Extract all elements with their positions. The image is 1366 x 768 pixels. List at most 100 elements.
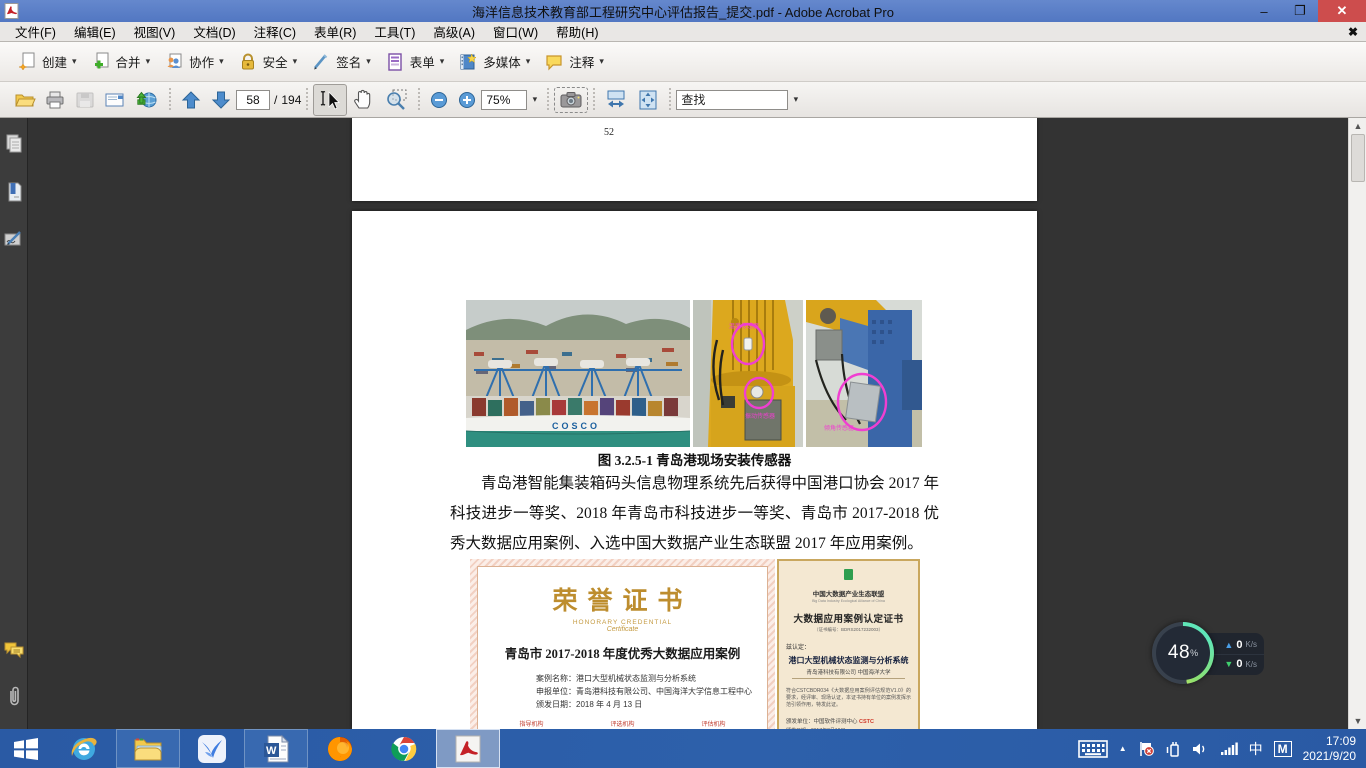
scroll-up-button[interactable]: ▲ (1349, 118, 1366, 134)
zoom-in-button[interactable] (453, 87, 481, 113)
find-input[interactable]: 查找 (676, 90, 788, 110)
navigation-rail (0, 118, 28, 729)
multimedia-button[interactable]: 多媒体▾ (451, 48, 537, 76)
cert-script: Certificate (478, 626, 767, 633)
upload-button[interactable] (132, 87, 164, 113)
taskbar-ie[interactable] (52, 729, 116, 768)
open-button[interactable] (10, 87, 40, 113)
vertical-scrollbar[interactable]: ▲ ▼ (1348, 118, 1366, 729)
select-cursor-icon (318, 88, 342, 112)
ime-m-badge[interactable]: M (1274, 741, 1292, 757)
cert-confer: 兹认定： (786, 642, 911, 651)
secure-button[interactable]: 安全▾ (231, 48, 305, 76)
acrobat-taskbar-icon (454, 735, 482, 763)
dropdown-caret-icon[interactable]: ▾ (599, 56, 604, 67)
forms-button[interactable]: 表单▾ (378, 48, 452, 76)
menu-comments[interactable]: 注释(C) (245, 20, 305, 43)
body-paragraph: 青岛港智能集装箱码头信息物理系统先后获得中国港口协会 2017 年科技进步一等奖… (450, 469, 939, 559)
tray-expand-icon[interactable]: ▲ (1119, 744, 1127, 753)
action-center-flag-icon[interactable] (1138, 741, 1154, 757)
dropdown-caret-icon[interactable]: ▾ (293, 56, 298, 67)
dropdown-caret-icon[interactable]: ▾ (219, 56, 224, 67)
create-button[interactable]: 创建▾ (10, 48, 84, 76)
next-page-button[interactable] (206, 86, 236, 114)
hand-tool-button[interactable] (347, 85, 379, 115)
taskbar-firefox[interactable] (308, 729, 372, 768)
power-plug-icon[interactable] (1165, 741, 1181, 757)
menu-tools[interactable]: 工具(T) (365, 20, 424, 43)
taskbar-chrome[interactable] (372, 729, 436, 768)
find-dropdown-button[interactable]: ▾ (788, 90, 803, 110)
touch-keyboard-icon[interactable] (1078, 740, 1108, 758)
save-floppy-icon (74, 90, 96, 110)
menu-file[interactable]: 文件(F) (6, 20, 65, 43)
printer-icon (44, 90, 66, 110)
menu-document[interactable]: 文档(D) (184, 20, 244, 43)
ime-mode-indicator[interactable]: 中 (1249, 739, 1263, 759)
sign-button[interactable]: 签名▾ (304, 48, 378, 76)
zoom-dropdown-button[interactable]: ▾ (527, 90, 542, 110)
document-canvas[interactable]: 52 (29, 118, 1348, 729)
minimize-button[interactable]: – (1246, 0, 1282, 22)
taskbar-clock[interactable]: 17:09 2021/9/20 (1303, 734, 1356, 764)
cert-issuer: 颁发单位：中国软件评测中心 CSTC (786, 717, 911, 725)
zoom-level-input[interactable]: 75% (481, 90, 527, 110)
pages-panel-icon[interactable] (5, 134, 23, 154)
page-number-input[interactable]: 58 (236, 90, 270, 110)
combine-button[interactable]: 合并▾ (84, 48, 158, 76)
ship-name-text: COSCO (552, 421, 600, 431)
taskbar-file-explorer[interactable] (116, 729, 180, 768)
taskbar-word[interactable]: W (244, 729, 308, 768)
fit-page-button[interactable] (632, 86, 664, 114)
clock-date: 2021/9/20 (1303, 749, 1356, 764)
taskbar-thunder[interactable] (180, 729, 244, 768)
scrollbar-thumb[interactable] (1351, 134, 1365, 182)
menu-help[interactable]: 帮助(H) (547, 20, 607, 43)
menu-view[interactable]: 视图(V) (125, 20, 185, 43)
marquee-zoom-button[interactable] (379, 85, 413, 115)
toolbar-grip (547, 88, 549, 112)
collaborate-button[interactable]: 协作▾ (157, 48, 231, 76)
menu-forms[interactable]: 表单(R) (305, 20, 365, 43)
close-button[interactable]: ✕ (1318, 0, 1366, 22)
fit-width-button[interactable] (600, 86, 632, 114)
comments-panel-icon[interactable] (4, 641, 24, 659)
multimedia-icon (458, 52, 478, 72)
signatures-panel-icon[interactable] (4, 230, 24, 248)
network-signal-icon[interactable] (1220, 741, 1238, 756)
dropdown-caret-icon[interactable]: ▾ (526, 56, 531, 67)
certificate-images: 荣誉证书 HONORARY CREDENTIAL Certificate 青岛市… (470, 559, 920, 729)
select-tool-button[interactable] (313, 84, 347, 116)
start-button[interactable] (0, 729, 52, 768)
bookmarks-panel-icon[interactable] (5, 182, 23, 202)
photo-crane-sensor-2: 倾角传感器 (806, 300, 922, 447)
honorary-certificate: 荣誉证书 HONORARY CREDENTIAL Certificate 青岛市… (470, 559, 775, 729)
memory-usage-ring[interactable]: 48 % (1152, 622, 1214, 684)
scroll-down-button[interactable]: ▼ (1349, 713, 1366, 729)
cert-field-date: 颁发日期：2018 年 4 月 13 日 (536, 698, 767, 711)
taskbar-acrobat[interactable] (436, 729, 500, 768)
email-button[interactable] (100, 87, 132, 113)
restore-button[interactable]: ❐ (1282, 0, 1318, 22)
dropdown-caret-icon[interactable]: ▾ (366, 56, 371, 67)
system-monitor-widget[interactable]: ▲ 0 K/s ▼ 0 K/s 48 % (1152, 622, 1268, 690)
dropdown-caret-icon[interactable]: ▾ (440, 56, 445, 67)
menu-edit[interactable]: 编辑(E) (65, 20, 125, 43)
zoom-out-button[interactable] (425, 87, 453, 113)
volume-icon[interactable] (1192, 741, 1209, 757)
print-button[interactable] (40, 87, 70, 113)
fit-width-icon (604, 89, 628, 111)
snapshot-button[interactable] (554, 87, 588, 113)
chrome-icon (389, 734, 419, 764)
comment-button[interactable]: 注释▾ (537, 48, 611, 76)
previous-page-button[interactable] (176, 86, 206, 114)
menu-advanced[interactable]: 高级(A) (424, 20, 484, 43)
taskbar: W ▲ (0, 729, 1366, 768)
menu-window[interactable]: 窗口(W) (484, 20, 547, 43)
dropdown-caret-icon[interactable]: ▾ (72, 56, 77, 67)
dropdown-caret-icon[interactable]: ▾ (146, 56, 151, 67)
save-button[interactable] (70, 87, 100, 113)
attachments-panel-icon[interactable] (6, 685, 22, 707)
menubar-close-icon[interactable]: ✖ (1348, 25, 1358, 39)
primary-toolbar: 创建▾ 合并▾ 协作▾ 安全▾ 签名▾ (0, 42, 1366, 82)
